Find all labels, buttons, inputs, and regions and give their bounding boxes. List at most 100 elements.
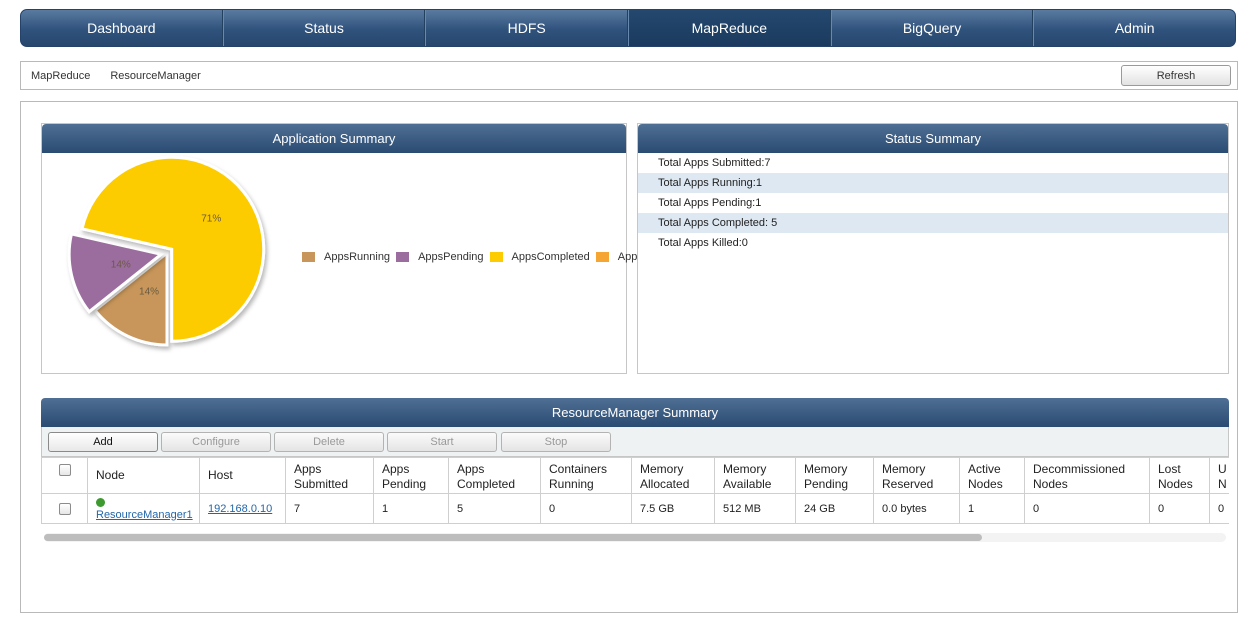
col-memory-available[interactable]: Memory Available	[714, 457, 796, 494]
col-memory-pending-l1: Memory	[804, 462, 848, 476]
cell-memory-allocated: 7.5 GB	[631, 493, 715, 524]
col-memory-pending[interactable]: Memory Pending	[795, 457, 874, 494]
resourcemanager-summary-panel: ResourceManager Summary Add Configure De…	[41, 398, 1229, 546]
col-apps-submitted-l2: Submitted	[294, 477, 349, 491]
rm-table: Node Host Apps Submitted Apps Pending Apps…	[41, 457, 1229, 524]
col-apps-submitted[interactable]: Apps Submitted	[285, 457, 374, 494]
legend-item-pending: AppsPending	[396, 251, 484, 263]
pie-label-completed: 71%	[201, 214, 221, 225]
pie-legend: AppsRunning AppsPending AppsCompleted Ap…	[302, 251, 676, 263]
cell-decommissioned-nodes: 0	[1024, 493, 1150, 524]
horizontal-scrollbar-thumb[interactable]	[44, 534, 982, 541]
select-all-checkbox[interactable]	[58, 464, 71, 476]
pie-label-pending: 14%	[111, 260, 131, 271]
col-unhealthy-nodes[interactable]: UN	[1209, 457, 1229, 494]
cell-unhealthy-nodes: 0	[1209, 493, 1229, 524]
col-lost-nodes-l1: Lost	[1158, 462, 1181, 476]
legend-item-running: AppsRunning	[302, 251, 390, 263]
tab-status[interactable]: Status	[222, 10, 426, 46]
col-memory-reserved[interactable]: Memory Reserved	[873, 457, 960, 494]
row-select-cell	[41, 493, 88, 524]
col-memory-allocated-l1: Memory	[640, 462, 684, 476]
cell-lost-nodes: 0	[1149, 493, 1210, 524]
legend-label-completed: AppsCompleted	[511, 251, 590, 263]
delete-button[interactable]: Delete	[274, 432, 384, 452]
legend-swatch-running	[302, 252, 315, 262]
cell-apps-pending: 1	[373, 493, 449, 524]
col-memory-allocated-l2: Allocated	[640, 477, 690, 491]
col-decommissioned-nodes-l1: Decommissioned	[1033, 462, 1126, 476]
refresh-button[interactable]: Refresh	[1121, 65, 1231, 86]
apps-pie-chart: 14% 14% 71%	[67, 155, 266, 347]
legend-swatch-completed	[489, 252, 503, 262]
cell-active-nodes: 1	[959, 493, 1025, 524]
col-memory-available-l2: Available	[723, 477, 772, 491]
start-button[interactable]: Start	[387, 432, 497, 452]
pie-label-running: 14%	[139, 286, 159, 297]
table-header-row: Node Host Apps Submitted Apps Pending Apps…	[41, 457, 1229, 494]
breadcrumb: MapReduce ResourceManager Refresh	[20, 61, 1238, 90]
application-summary-title: Application Summary	[42, 124, 626, 153]
col-apps-completed-l1: Apps	[457, 462, 485, 476]
tab-hdfs[interactable]: HDFS	[425, 10, 629, 46]
col-host[interactable]: Host	[199, 457, 286, 494]
cell-apps-submitted: 7	[285, 493, 374, 524]
status-row-running: Total Apps Running:1	[638, 173, 1228, 193]
configure-button[interactable]: Configure	[161, 432, 271, 452]
tab-dashboard[interactable]: Dashboard	[21, 10, 223, 46]
resourcemanager-summary-title: ResourceManager Summary	[41, 398, 1229, 427]
col-apps-completed[interactable]: Apps Completed	[448, 457, 541, 494]
col-apps-pending-l1: Apps	[382, 462, 410, 476]
rm-toolbar: Add Configure Delete Start Stop	[41, 427, 1229, 457]
col-memory-available-l1: Memory	[723, 462, 767, 476]
col-active-nodes[interactable]: Active Nodes	[959, 457, 1025, 494]
status-row-killed: Total Apps Killed:0	[658, 237, 748, 249]
cell-memory-reserved: 0.0 bytes	[873, 493, 960, 524]
col-containers-running-l2: Running	[549, 477, 594, 491]
col-memory-reserved-l1: Memory	[882, 462, 926, 476]
col-node[interactable]: Node	[87, 457, 200, 494]
add-button[interactable]: Add	[48, 432, 158, 452]
node-link[interactable]: ResourceManager1	[96, 509, 193, 521]
col-active-nodes-l2: Nodes	[968, 477, 1003, 491]
legend-swatch-killed	[595, 252, 609, 262]
tab-mapreduce[interactable]: MapReduce	[628, 10, 831, 46]
col-unhealthy-nodes-l2: N	[1218, 477, 1227, 491]
tab-bigquery[interactable]: BigQuery	[830, 10, 1034, 46]
select-all-header	[41, 457, 88, 494]
col-apps-submitted-l1: Apps	[294, 462, 322, 476]
cell-memory-available: 512 MB	[714, 493, 796, 524]
legend-item-completed: AppsCompleted	[489, 251, 590, 263]
col-memory-reserved-l2: Reserved	[882, 477, 934, 491]
legend-swatch-pending	[396, 252, 410, 262]
legend-label-pending: AppsPending	[418, 251, 484, 263]
cell-apps-completed: 5	[448, 493, 541, 524]
col-lost-nodes-l2: Nodes	[1158, 477, 1193, 491]
table-row[interactable]: ResourceManager1 192.168.0.10 7 1 5 0 7.…	[41, 493, 1229, 524]
legend-label-running: AppsRunning	[324, 251, 391, 263]
col-apps-completed-l2: Completed	[457, 477, 516, 491]
tab-admin[interactable]: Admin	[1033, 10, 1235, 46]
breadcrumb-mapreduce[interactable]: MapReduce	[31, 70, 90, 82]
col-decommissioned-nodes[interactable]: Decommissioned Nodes	[1024, 457, 1150, 494]
col-unhealthy-nodes-l1: U	[1218, 462, 1227, 476]
row-checkbox[interactable]	[58, 502, 71, 515]
col-lost-nodes[interactable]: Lost Nodes	[1149, 457, 1210, 494]
host-link[interactable]: 192.168.0.10	[208, 503, 272, 515]
main-nav: Dashboard Status HDFS MapReduce BigQuery…	[20, 9, 1236, 47]
application-summary-panel: Application Summary 14% 14% 71% AppsRunnin…	[41, 123, 670, 374]
breadcrumb-resourcemanager[interactable]: ResourceManager	[110, 70, 201, 82]
cell-host: 192.168.0.10	[199, 493, 286, 524]
status-ok-icon	[96, 497, 105, 507]
status-row-completed: Total Apps Completed: 5	[638, 213, 1228, 233]
col-memory-allocated[interactable]: Memory Allocated	[631, 457, 715, 494]
horizontal-scrollbar[interactable]	[44, 533, 1226, 542]
status-summary-panel: Status Summary Total Apps Submitted:7 To…	[637, 123, 1229, 374]
cell-containers-running: 0	[540, 493, 632, 524]
col-containers-running-l1: Containers	[549, 462, 608, 476]
col-containers-running[interactable]: Containers Running	[540, 457, 632, 494]
col-apps-pending[interactable]: Apps Pending	[373, 457, 449, 494]
cell-node: ResourceManager1	[87, 493, 200, 524]
col-decommissioned-nodes-l2: Nodes	[1033, 477, 1068, 491]
stop-button[interactable]: Stop	[501, 432, 611, 452]
